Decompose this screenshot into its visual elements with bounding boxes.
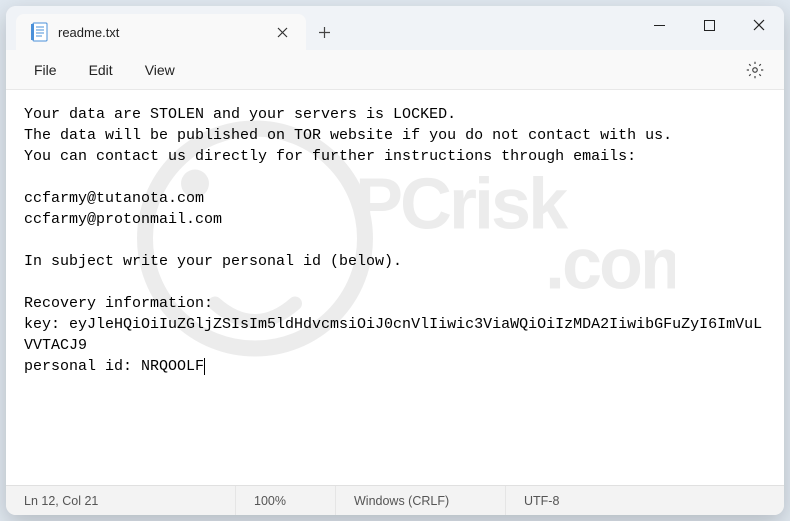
text-line: ccfarmy@tutanota.com [24, 190, 204, 207]
status-position[interactable]: Ln 12, Col 21 [6, 486, 236, 515]
notepad-window: readme.txt File Edit View [6, 6, 784, 515]
window-controls [634, 6, 784, 50]
close-window-button[interactable] [734, 6, 784, 44]
text-editor-content[interactable]: Your data are STOLEN and your servers is… [6, 90, 784, 485]
statusbar: Ln 12, Col 21 100% Windows (CRLF) UTF-8 [6, 485, 784, 515]
text-line: You can contact us directly for further … [24, 148, 636, 165]
status-line-ending[interactable]: Windows (CRLF) [336, 486, 506, 515]
notepad-icon [30, 23, 48, 41]
titlebar: readme.txt [6, 6, 784, 50]
document-tab[interactable]: readme.txt [16, 14, 306, 50]
maximize-button[interactable] [684, 6, 734, 44]
text-line: The data will be published on TOR websit… [24, 127, 672, 144]
text-line: Recovery information: [24, 295, 213, 312]
new-tab-button[interactable] [306, 14, 342, 50]
menu-edit[interactable]: Edit [73, 56, 129, 84]
tab-title: readme.txt [58, 25, 268, 40]
minimize-button[interactable] [634, 6, 684, 44]
status-zoom[interactable]: 100% [236, 486, 336, 515]
menu-view[interactable]: View [129, 56, 191, 84]
text-line-cursor: personal id: NRQOOLF [24, 358, 205, 375]
menu-file[interactable]: File [18, 56, 73, 84]
settings-button[interactable] [738, 53, 772, 87]
menubar: File Edit View [6, 50, 784, 90]
close-tab-button[interactable] [268, 18, 296, 46]
text-line: ccfarmy@protonmail.com [24, 211, 222, 228]
status-encoding[interactable]: UTF-8 [506, 486, 784, 515]
text-line: Your data are STOLEN and your servers is… [24, 106, 456, 123]
text-line: In subject write your personal id (below… [24, 253, 402, 270]
tab-area: readme.txt [6, 6, 342, 50]
text-line: key: eyJleHQiOiIuZGljZSIsIm5ldHdvcmsiOiJ… [24, 316, 762, 354]
